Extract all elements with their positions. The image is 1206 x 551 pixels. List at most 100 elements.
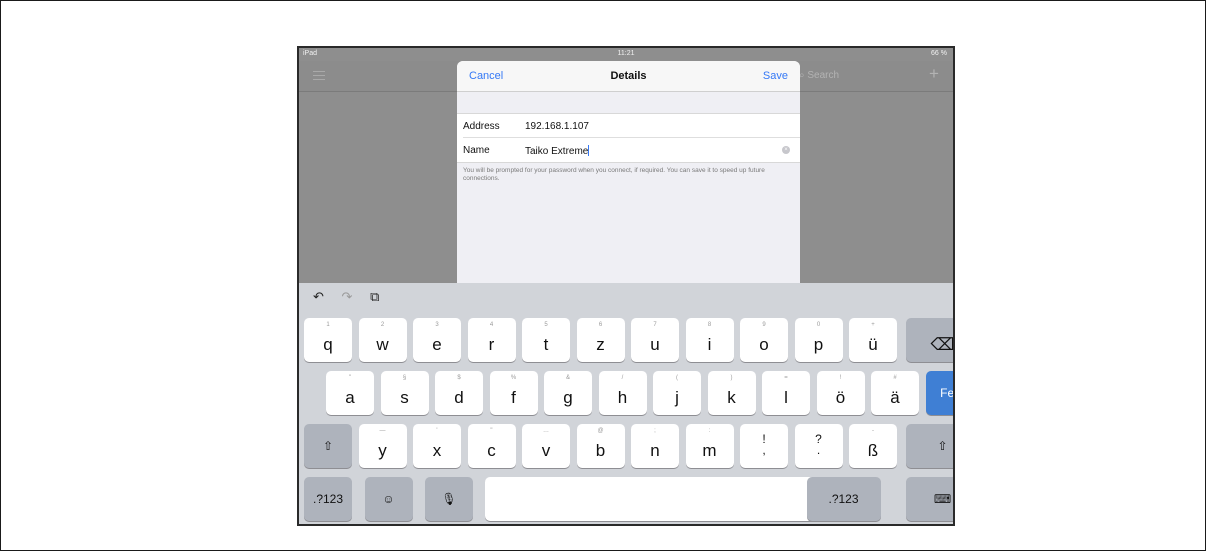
key-label: ? . <box>815 432 822 457</box>
shift-key-right[interactable]: ⇧ <box>905 424 953 468</box>
key-label: ! , <box>762 432 766 457</box>
key-v[interactable]: … v <box>522 424 570 468</box>
name-value: Taiko Extreme <box>525 146 589 157</box>
paste-icon[interactable]: ⧉ <box>370 289 379 304</box>
key-label: 🎙 <box>441 492 457 506</box>
key-m[interactable]: :m <box>685 424 734 468</box>
key-secondary-label: — <box>379 428 386 434</box>
key-label: j <box>675 388 679 407</box>
key-label: f <box>511 388 516 407</box>
key-d[interactable]: $ d <box>435 371 483 415</box>
redo-icon[interactable]: ↷ <box>342 289 353 304</box>
address-field[interactable]: 192.168.1.107 <box>525 121 589 132</box>
screenshot-frame: iPad 11:21 66 % ⌕ Search + Cancel Detail… <box>0 0 1206 551</box>
key-o[interactable]: 9o <box>740 318 788 362</box>
key-label: .?123 <box>828 492 859 506</box>
details-modal: Cancel Details Save Address 192.168.1.10… <box>457 61 800 283</box>
key-l[interactable]: = l <box>762 371 810 415</box>
numbers-key-left[interactable]: .?123 <box>304 477 352 521</box>
key-label: l <box>784 388 788 407</box>
key-u[interactable]: 7u <box>631 318 679 362</box>
key-label: Fertig <box>940 386 955 400</box>
key-ß[interactable]: -ß <box>849 424 897 468</box>
key-secondary-label: ) <box>730 375 733 381</box>
add-icon[interactable]: + <box>929 64 939 84</box>
key-x[interactable]: ' x <box>413 424 461 468</box>
dictation-key[interactable]: 🎙 <box>425 477 473 521</box>
key-j[interactable]: (j <box>653 371 701 415</box>
done-key[interactable]: Fertig <box>925 371 955 415</box>
key-ü[interactable]: + ü <box>849 318 897 362</box>
key-c[interactable]: " c <box>467 424 516 468</box>
key-exclaim-comma[interactable]: ! , <box>740 424 788 468</box>
save-button[interactable]: Save <box>763 70 788 82</box>
keyboard-dismiss-key[interactable]: ⌨ <box>905 477 953 521</box>
key-secondary-label: % <box>510 375 517 381</box>
undo-icon[interactable]: ↶ <box>313 289 324 304</box>
key-label: w <box>376 335 389 354</box>
key-p[interactable]: 0p <box>794 318 843 362</box>
key-secondary-label: 9 <box>762 322 766 328</box>
key-secondary-label: ' <box>436 428 438 434</box>
key-secondary-label: 7 <box>653 322 657 328</box>
key-secondary-label: 5 <box>544 322 548 328</box>
key-label: ⇧ <box>322 439 334 453</box>
key-e[interactable]: 3e <box>413 318 461 362</box>
key-secondary-label: ! <box>839 375 842 381</box>
key-label: h <box>617 388 628 407</box>
key-b[interactable]: @ b <box>576 424 625 468</box>
modal-title: Details <box>610 70 647 82</box>
key-f[interactable]: % f <box>489 371 538 415</box>
key-secondary-label: " <box>348 375 352 381</box>
backspace-key[interactable]: ⌫ <box>905 318 953 362</box>
key-s[interactable]: § s <box>380 371 429 415</box>
key-secondary-label: § <box>402 375 407 381</box>
ipad-screen: iPad 11:21 66 % ⌕ Search + Cancel Detail… <box>297 46 955 526</box>
key-label: ä <box>890 388 900 407</box>
key-label: z <box>596 335 605 354</box>
key-z[interactable]: 6z <box>576 318 625 362</box>
key-secondary-label: / <box>621 375 624 381</box>
key-secondary-label: = <box>784 375 788 381</box>
key-question-period[interactable]: ? . <box>794 424 843 468</box>
address-row[interactable]: Address 192.168.1.107 <box>457 113 800 138</box>
key-r[interactable]: 4r <box>467 318 516 362</box>
key-secondary-label: $ <box>457 375 461 381</box>
search-field[interactable]: ⌕ Search <box>799 67 899 85</box>
key-secondary-label: 2 <box>380 322 385 328</box>
key-label: ⇧ <box>937 439 948 453</box>
name-row[interactable]: Name Taiko Extreme × <box>457 138 800 163</box>
key-label: .?123 <box>312 492 344 506</box>
key-g[interactable]: & g <box>544 371 592 415</box>
shift-key-left[interactable]: ⇧ <box>304 424 352 468</box>
numbers-key-right[interactable]: .?123 <box>806 477 881 521</box>
key-k[interactable]: ) k <box>707 371 756 415</box>
key-y[interactable]: — y <box>358 424 407 468</box>
key-label: u <box>650 335 660 354</box>
key-secondary-label: 0 <box>816 322 821 328</box>
name-field[interactable]: Taiko Extreme <box>525 145 590 157</box>
key-label: i <box>707 335 712 354</box>
key-label: s <box>400 388 409 407</box>
space-key[interactable] <box>484 477 822 521</box>
emoji-key[interactable]: ☺ <box>364 477 413 521</box>
key-secondary-label: @ <box>597 428 604 434</box>
key-h[interactable]: / h <box>598 371 647 415</box>
status-bar: iPad 11:21 66 % <box>299 48 953 61</box>
key-ö[interactable]: ! ö <box>816 371 865 415</box>
key-ä[interactable]: # ä <box>871 371 919 415</box>
key-label: d <box>454 388 464 407</box>
key-n[interactable]: ; n <box>631 424 679 468</box>
key-i[interactable]: 8i <box>685 318 734 362</box>
clear-text-icon[interactable]: × <box>782 146 790 154</box>
key-q[interactable]: 1q <box>304 318 352 362</box>
key-secondary-label: # <box>893 375 897 381</box>
key-secondary-label: 1 <box>326 322 330 328</box>
key-w[interactable]: 2w <box>358 318 407 362</box>
key-t[interactable]: 5t <box>522 318 570 362</box>
key-label: y <box>378 441 387 460</box>
key-label: ö <box>835 388 846 407</box>
key-label: k <box>727 388 736 407</box>
menu-icon[interactable] <box>313 71 325 83</box>
key-a[interactable]: " a <box>326 371 374 415</box>
